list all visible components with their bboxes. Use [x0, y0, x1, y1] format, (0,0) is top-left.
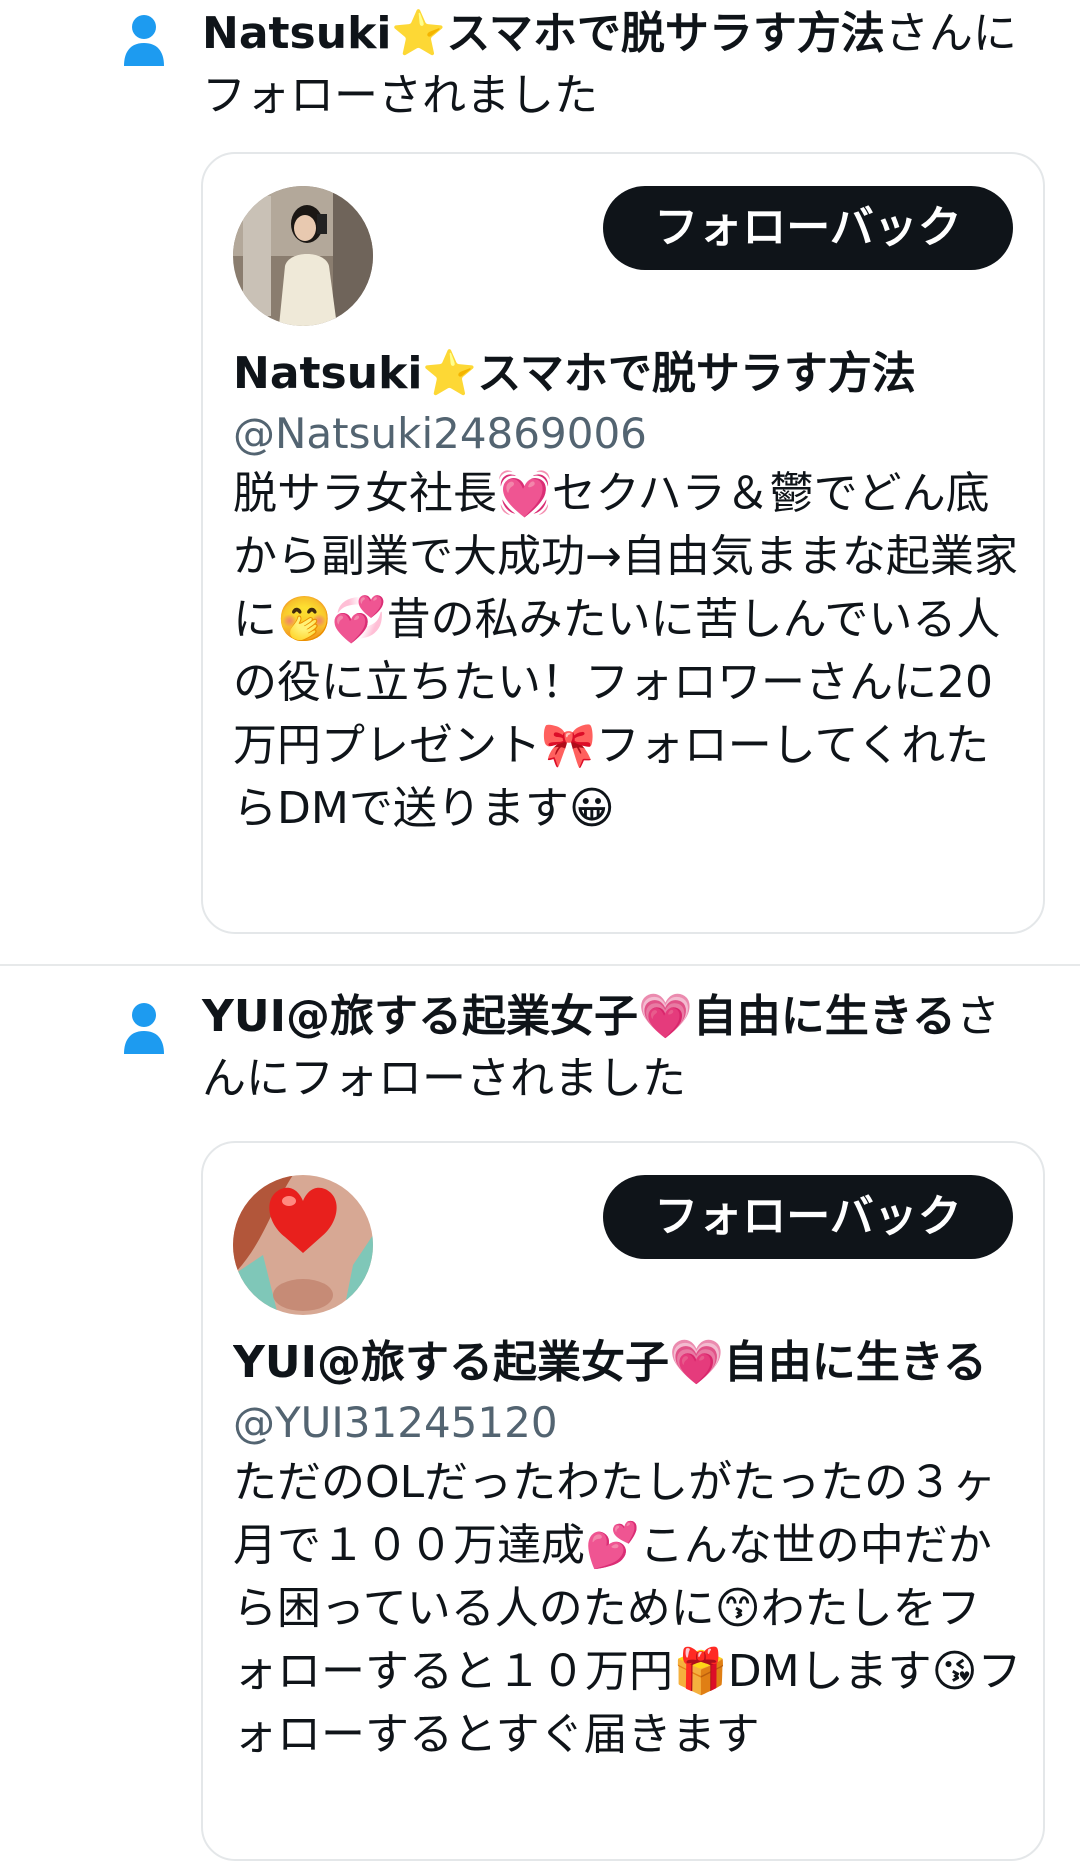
card-handle[interactable]: @YUI31245120: [233, 1395, 558, 1451]
user-card[interactable]: フォローバック Natsuki⭐スマホで脱サラす方法 @Natsuki24869…: [201, 152, 1045, 934]
follow-back-button[interactable]: フォローバック: [603, 186, 1013, 270]
notification-text: Natsuki⭐スマホで脱サラす方法さんにフォローされました: [202, 3, 1032, 127]
user-card[interactable]: フォローバック YUI@旅する起業女子💗自由に生きる @YUI31245120 …: [201, 1141, 1045, 1861]
person-icon: [124, 15, 164, 66]
card-handle[interactable]: @Natsuki24869006: [233, 406, 647, 462]
card-display-name[interactable]: Natsuki⭐スマホで脱サラす方法: [233, 344, 1013, 404]
card-bio: ただのOLだったわたしがたったの３ヶ月で１００万達成💕こんな世の中だから困ってい…: [233, 1457, 1022, 1760]
avatar[interactable]: [233, 186, 373, 326]
card-bio: 脱サラ女社長💓セクハラ＆鬱でどん底から副業で大成功→自由気ままな起業家に🤭💞昔の…: [233, 468, 1018, 834]
divider: [0, 964, 1080, 966]
card-display-name[interactable]: YUI@旅する起業女子💗自由に生きる: [233, 1333, 1013, 1393]
actor-name-link[interactable]: YUI@旅する起業女子💗自由に生きる: [202, 991, 956, 1042]
person-icon: [124, 1003, 164, 1054]
follow-back-button[interactable]: フォローバック: [603, 1175, 1013, 1259]
notification-text: YUI@旅する起業女子💗自由に生きるさんにフォローされました: [202, 986, 1032, 1110]
avatar[interactable]: [233, 1175, 373, 1315]
actor-name-link[interactable]: Natsuki⭐スマホで脱サラす方法: [202, 8, 885, 59]
